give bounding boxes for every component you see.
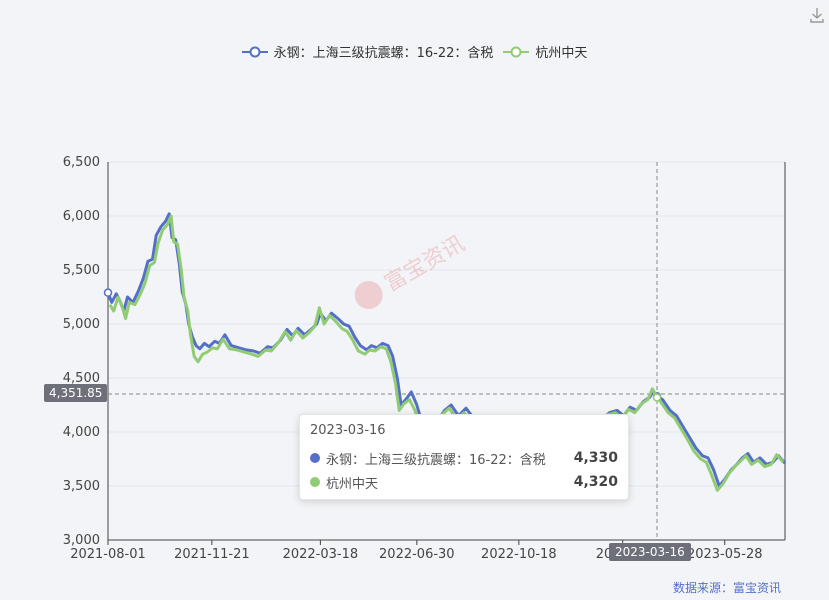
y-tick-label: 3,500 [63,479,100,494]
legend-item-yonggang[interactable]: 永钢：上海三级抗震螺：16-22：含税 [241,42,494,61]
data-source: 数据来源：富宝资讯 [673,579,781,596]
x-tick-label: 2022-10-18 [481,547,557,562]
tooltip-dot [310,477,320,487]
legend-item-hangzhou[interactable]: 杭州中天 [503,42,587,61]
tooltip-row: 永钢：上海三级抗震螺：16-22：含税 4,330 [310,446,618,470]
y-tick-label: 6,500 [63,155,100,170]
tooltip: 2023-03-16 永钢：上海三级抗震螺：16-22：含税 4,330 杭州中… [299,414,629,500]
x-tick-label: 2021-11-21 [174,547,250,562]
tooltip-series-name: 杭州中天 [326,476,379,492]
y-tick-label: 4,000 [63,425,100,440]
crosshair-y-label: 4,351.85 [44,384,108,402]
legend-marker-yonggang [241,46,268,57]
x-tick-label: 2022-03-18 [283,547,359,562]
watermark: 富宝资讯 [354,231,469,309]
tooltip-row: 杭州中天 4,320 [310,470,618,494]
tooltip-series-name: 永钢：上海三级抗震螺：16-22：含税 [326,452,546,468]
x-tick-label: 2022-06-30 [379,547,455,562]
x-tick-label: 2021-08-01 [70,547,146,562]
watermark-text: 富宝资讯 [380,231,469,297]
download-icon[interactable] [808,6,826,24]
crosshair-x-label: 2023-03-16 [609,543,691,561]
y-tick-label: 3,000 [63,533,100,548]
source-label: 数据来源： [672,581,733,595]
tooltip-date: 2023-03-16 [310,423,386,438]
legend-marker-hangzhou [503,46,530,57]
line-chart: 3,0003,5004,0004,5005,0005,5006,0006,500… [63,155,787,562]
y-tick-label: 6,000 [63,209,100,224]
tooltip-value: 4,330 [573,450,618,466]
source-name[interactable]: 富宝资讯 [733,581,781,595]
data-point [652,393,662,402]
tooltip-value: 4,320 [573,474,618,490]
legend-label-hangzhou: 杭州中天 [535,46,588,61]
y-tick-label: 5,000 [63,317,100,332]
chart-legend: 永钢：上海三级抗震螺：16-22：含税 杭州中天 [0,42,829,61]
data-point [103,288,113,297]
x-tick-label: 2023-05-28 [687,547,763,562]
watermark-logo-icon [354,281,383,309]
tooltip-dot [310,453,320,463]
y-tick-label: 5,500 [63,263,100,278]
legend-label-yonggang: 永钢：上海三级抗震螺：16-22：含税 [273,46,494,61]
